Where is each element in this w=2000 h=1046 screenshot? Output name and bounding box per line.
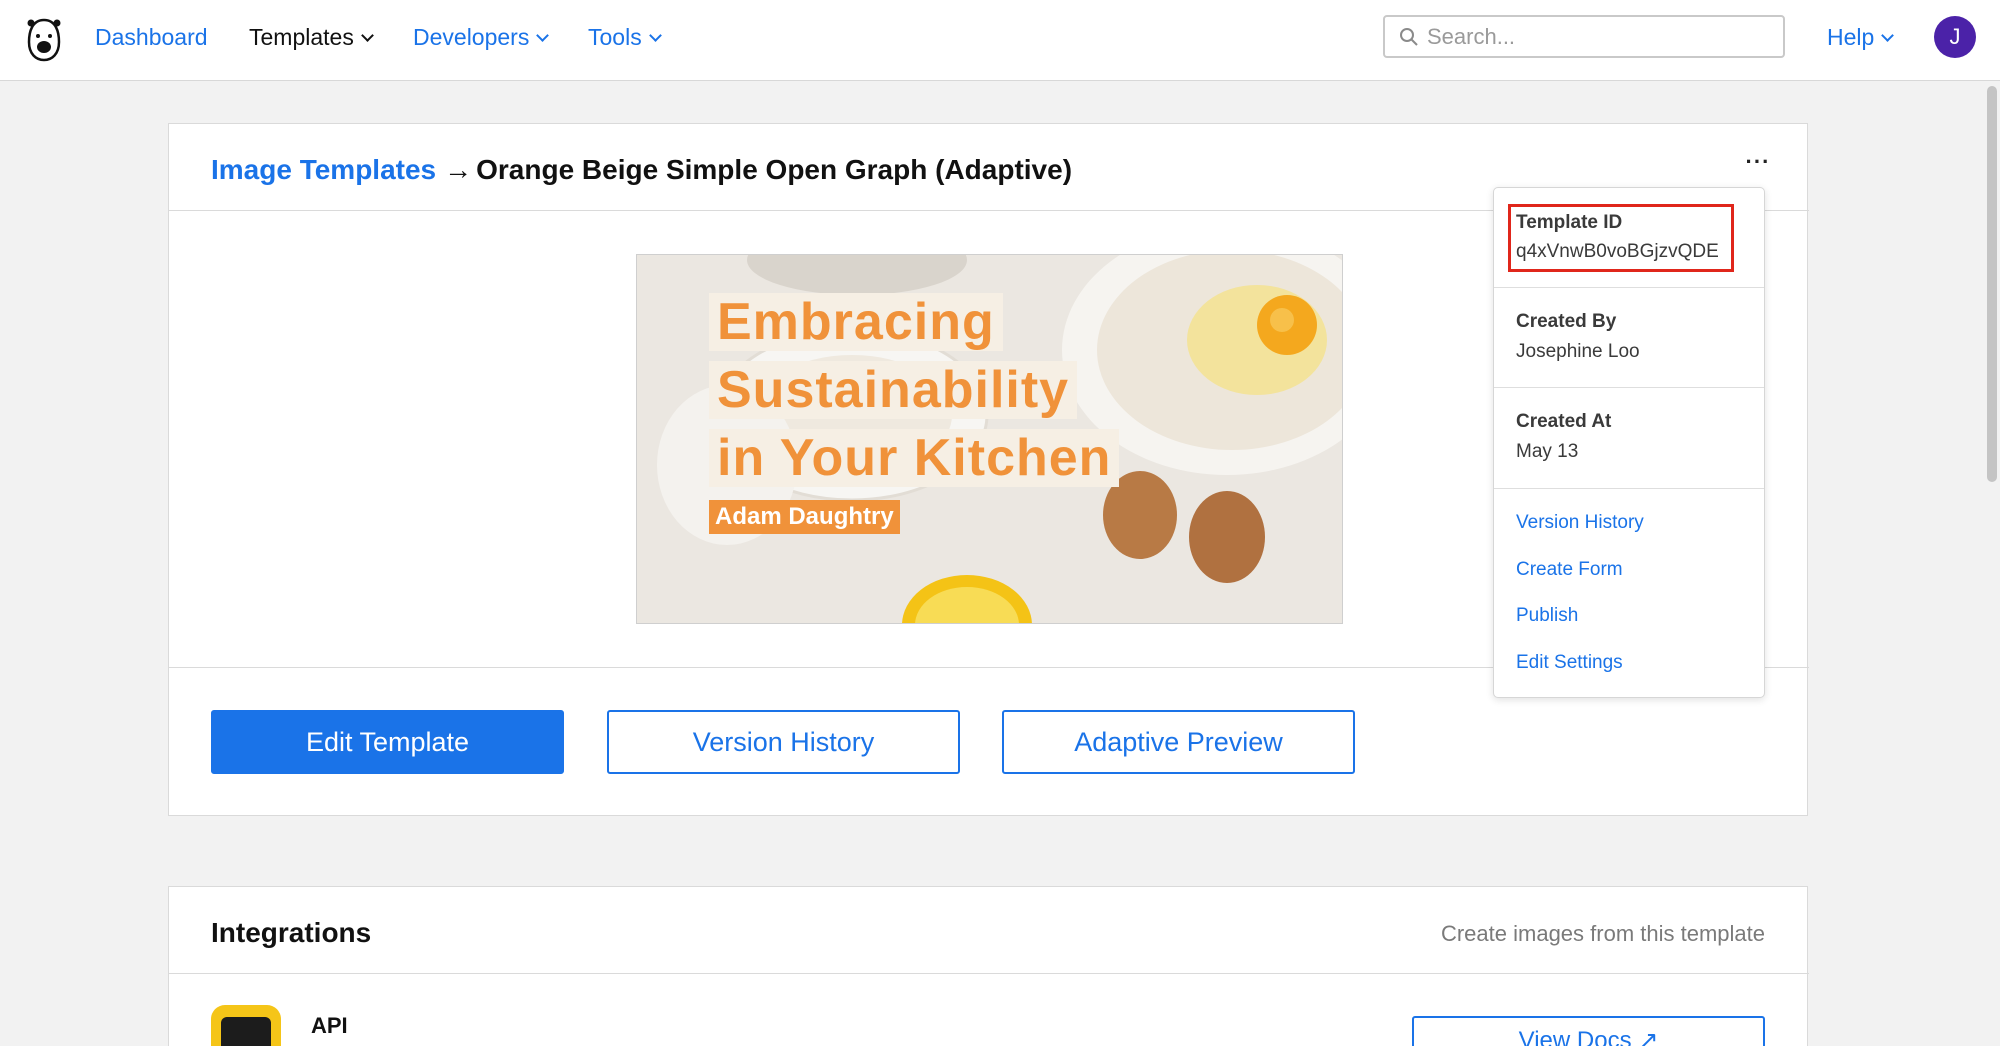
nav-developers-label: Developers xyxy=(413,24,530,50)
nav-help-menu[interactable]: Help xyxy=(1827,22,1895,52)
version-history-button[interactable]: Version History xyxy=(607,710,960,774)
chevron-down-icon xyxy=(536,29,550,42)
breadcrumb-image-templates-link[interactable]: Image Templates xyxy=(211,154,436,185)
preview-headline-line-1: Embracing xyxy=(709,293,1003,351)
bear-logo-icon[interactable] xyxy=(24,14,64,64)
chevron-down-icon xyxy=(648,29,662,42)
avatar[interactable]: J xyxy=(1934,16,1976,58)
nav-templates-label: Templates xyxy=(249,24,354,50)
created-at-value: May 13 xyxy=(1516,441,1579,462)
api-label: API xyxy=(311,1013,348,1038)
view-docs-button[interactable]: View Docs ↗ xyxy=(1412,1016,1765,1046)
scrollbar-thumb[interactable] xyxy=(1987,86,1997,482)
template-id-value[interactable]: q4xVnwB0voBGjzvQDE xyxy=(1516,241,1719,263)
nav-developers-menu[interactable]: Developers xyxy=(413,22,550,52)
nav-templates-menu[interactable]: Templates xyxy=(249,22,374,52)
arrow-right-icon: → xyxy=(444,154,473,185)
page-scrollbar[interactable] xyxy=(1984,82,2000,1046)
menu-create-form-link[interactable]: Create Form xyxy=(1516,559,1623,581)
integrations-subtitle: Create images from this template xyxy=(1440,921,1765,946)
template-id-label: Template ID xyxy=(1516,212,1623,233)
search-box[interactable] xyxy=(1383,15,1785,58)
search-icon xyxy=(1400,28,1418,46)
nav-tools-label: Tools xyxy=(588,24,642,50)
menu-section-template-id: Template ID q4xVnwB0voBGjzvQDE xyxy=(1494,188,1764,288)
adaptive-preview-button[interactable]: Adaptive Preview xyxy=(1002,710,1355,774)
nav-dashboard-link[interactable]: Dashboard xyxy=(95,22,208,52)
template-preview-image: Embracing Sustainability in Your Kitchen… xyxy=(636,254,1343,624)
page-title: Orange Beige Simple Open Graph (Adaptive… xyxy=(476,154,1073,185)
preview-headline-line-3: in Your Kitchen xyxy=(709,429,1120,487)
chevron-down-icon xyxy=(360,29,374,42)
more-options-button[interactable]: ··· xyxy=(1743,151,1773,178)
integrations-title: Integrations xyxy=(211,917,372,948)
created-by-label: Created By xyxy=(1516,311,1617,332)
breadcrumb: Image Templates → Orange Beige Simple Open… xyxy=(211,150,1072,190)
nav-help-label: Help xyxy=(1827,24,1875,50)
menu-version-history-link[interactable]: Version History xyxy=(1516,512,1644,534)
api-icon xyxy=(211,1005,281,1046)
chevron-down-icon xyxy=(1881,29,1895,42)
menu-section-created-at: Created At May 13 xyxy=(1494,388,1764,489)
created-at-label: Created At xyxy=(1516,411,1612,432)
menu-section-created-by: Created By Josephine Loo xyxy=(1494,288,1764,388)
preview-author: Adam Daughtry xyxy=(709,500,900,534)
search-input[interactable] xyxy=(1427,22,1767,52)
more-options-menu: Template ID q4xVnwB0voBGjzvQDE Created B… xyxy=(1493,187,1765,698)
top-nav: Dashboard Templates Developers Tools Hel… xyxy=(0,0,2000,81)
created-by-value: Josephine Loo xyxy=(1516,341,1640,362)
divider xyxy=(169,973,1809,974)
menu-publish-link[interactable]: Publish xyxy=(1516,605,1578,627)
nav-tools-menu[interactable]: Tools xyxy=(588,22,662,52)
edit-template-button[interactable]: Edit Template xyxy=(211,710,564,774)
integrations-card: Integrations Create images from this tem… xyxy=(168,886,1809,1046)
preview-headline-line-2: Sustainability xyxy=(709,361,1078,419)
menu-edit-settings-link[interactable]: Edit Settings xyxy=(1516,652,1623,674)
